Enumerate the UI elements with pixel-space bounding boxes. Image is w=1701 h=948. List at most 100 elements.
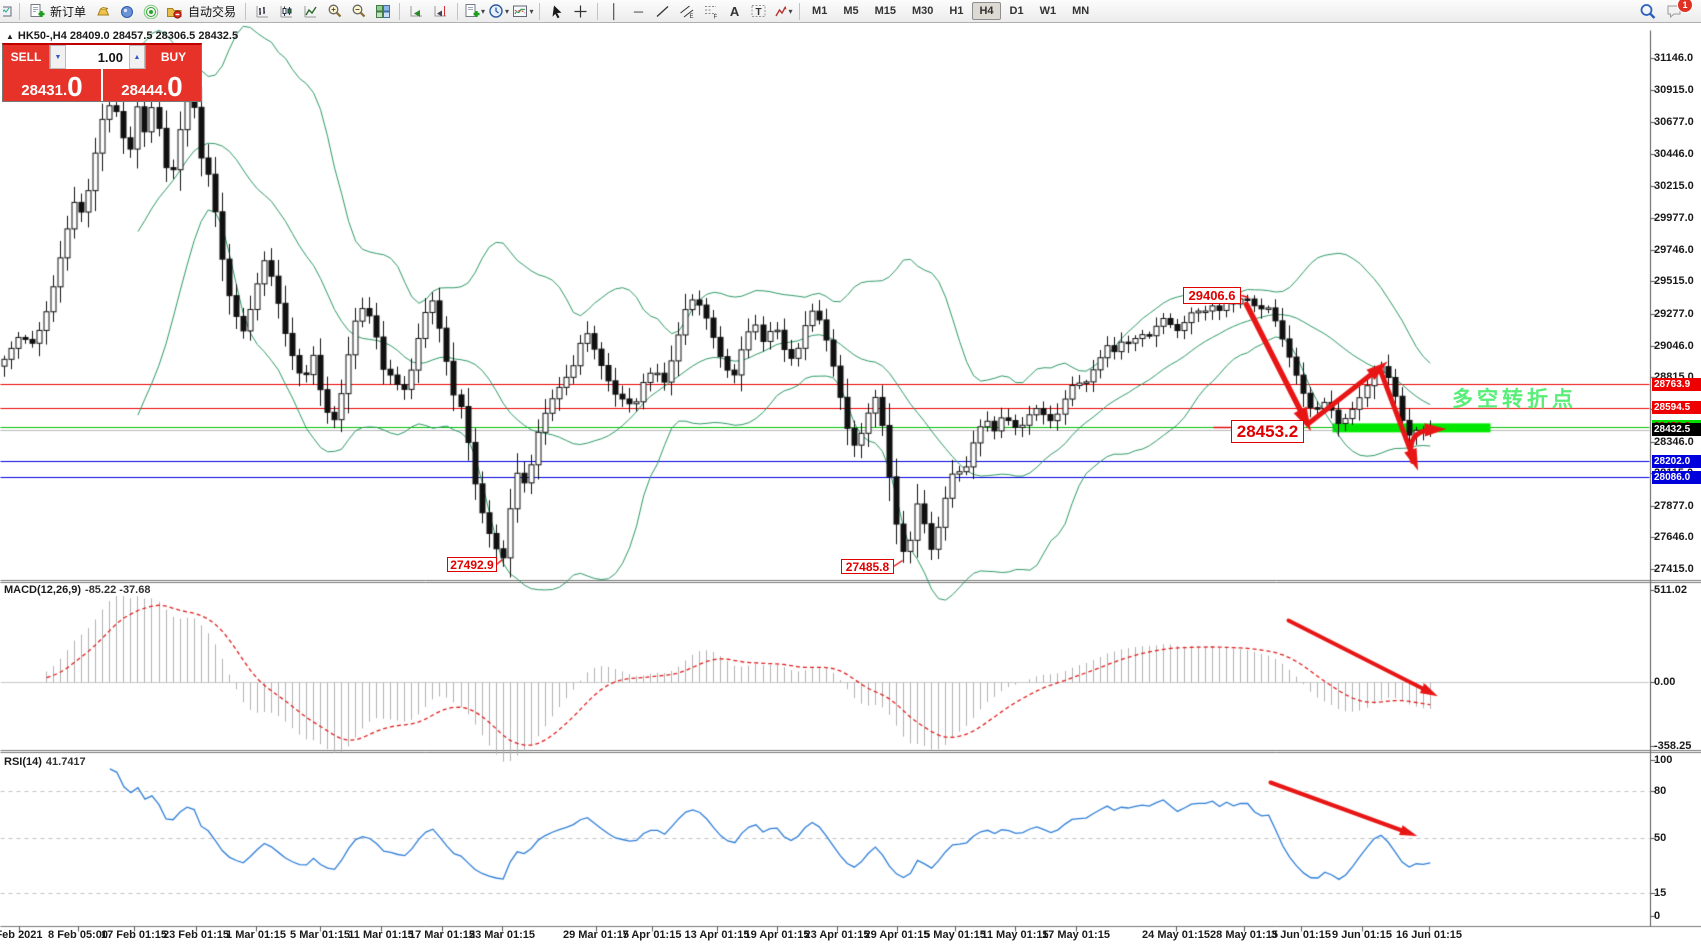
candlestick-chart-type-icon[interactable]	[275, 1, 298, 21]
price-tick-label: 30446.0	[1654, 147, 1694, 160]
time-tick-label: 17 Mar 01:15	[408, 929, 476, 941]
time-tick-label: 29 Apr 01:15	[864, 929, 930, 941]
horizontal-line-tool-icon[interactable]: ─	[627, 1, 650, 21]
market-watch-icon[interactable]	[3, 1, 14, 21]
separator	[19, 2, 20, 20]
channel-tool-icon[interactable]: E	[675, 1, 698, 21]
timeframe-H1[interactable]: H1	[942, 2, 970, 20]
price-tick-label: 30915.0	[1654, 83, 1694, 96]
svg-text:T: T	[756, 7, 762, 18]
arrows-tool-icon[interactable]: ▾	[771, 1, 794, 21]
separator	[399, 2, 401, 20]
search-icon[interactable]	[1636, 1, 1659, 21]
separator	[597, 2, 599, 20]
bar-chart-type-icon[interactable]	[251, 1, 274, 21]
macd-scale-label: 0.00	[1654, 676, 1676, 688]
separator	[799, 2, 801, 20]
price-tick-label: 27415.0	[1654, 563, 1694, 576]
chart-shift-icon[interactable]	[429, 1, 452, 21]
chat-notification-icon[interactable]: 1	[1663, 0, 1693, 21]
account-icon[interactable]	[115, 1, 138, 21]
price-tag-annotation[interactable]: 27492.9	[447, 557, 497, 572]
price-tag-annotation[interactable]: 28453.2	[1231, 420, 1304, 443]
time-tick-label: 17 Feb 01:15	[100, 929, 168, 941]
chart-title: ▲ HK50-,H4 28409.0 28457.5 28306.5 28432.…	[6, 30, 239, 42]
ask-price[interactable]: 28444. 0	[101, 69, 201, 101]
timeframe-MN[interactable]: MN	[1065, 2, 1096, 20]
crosshair-icon[interactable]	[569, 1, 592, 21]
autotrade-icon[interactable]	[163, 1, 186, 21]
autotrade-label[interactable]: 自动交易	[188, 3, 236, 20]
volume-stepper: ▼ 1.00 ▲	[49, 45, 146, 69]
price-tick-label: 29746.0	[1654, 243, 1694, 256]
chart-window[interactable]: ▲ HK50-,H4 28409.0 28457.5 28306.5 28432.…	[0, 23, 1701, 948]
cursor-icon[interactable]	[545, 1, 568, 21]
tile-windows-icon[interactable]	[371, 1, 394, 21]
new-order-label[interactable]: 新订单	[50, 3, 86, 20]
separator	[457, 2, 459, 20]
timeframe-W1[interactable]: W1	[1033, 2, 1064, 20]
sell-button[interactable]: SELL	[3, 45, 49, 69]
separator	[539, 2, 541, 20]
price-tick-label: 27646.0	[1654, 531, 1694, 544]
timeframe-H4[interactable]: H4	[972, 2, 1001, 20]
new-chart-dropdown-icon[interactable]: ▾	[463, 1, 486, 21]
separator	[245, 2, 247, 20]
time-tick-label: 8 Feb 05:00	[48, 929, 108, 941]
price-tag-annotation[interactable]: 27485.8	[841, 559, 894, 574]
zoom-in-icon[interactable]	[323, 1, 346, 21]
time-tick-label: 9 Jun 01:15	[1332, 929, 1392, 941]
time-tick-label: 29 Mar 01:15	[562, 929, 630, 941]
rsi-scale-label: 15	[1654, 886, 1667, 899]
time-tick-label: 23 Mar 01:15	[468, 929, 536, 941]
notification-badge: 1	[1677, 0, 1693, 13]
timeframe-D1[interactable]: D1	[1003, 2, 1031, 20]
rsi-scale-label: 100	[1654, 754, 1673, 766]
timeframe-M1[interactable]: M1	[805, 2, 834, 20]
time-tick-label: 7 Apr 01:15	[622, 929, 682, 941]
time-tick-label: 5 May 01:15	[924, 929, 986, 941]
collapse-quote-panel-icon[interactable]: ▲	[6, 32, 14, 41]
svg-text:E: E	[689, 14, 693, 19]
time-tick-label: 13 Apr 01:15	[684, 929, 750, 941]
time-tick-label: 11 Mar 01:15	[348, 929, 414, 941]
period-clock-dropdown-icon[interactable]: ▾	[487, 1, 510, 21]
main-toolbar: 新订单 自动交易 ▾ ▾ ▾ │ ─ E F A T ▾ M1 M5 M15 M…	[0, 0, 1701, 23]
rsi-scale-label: 0	[1654, 910, 1661, 922]
indicators-dropdown-icon[interactable]: ▾	[511, 1, 534, 21]
price-tick-label: 30215.0	[1654, 179, 1694, 192]
volume-decrease-button[interactable]: ▼	[50, 45, 66, 69]
volume-value[interactable]: 1.00	[66, 45, 129, 69]
auto-scroll-icon[interactable]	[405, 1, 428, 21]
time-tick-label: Feb 2021	[0, 929, 43, 941]
text-tool-icon[interactable]: A	[723, 1, 746, 21]
trendline-tool-icon[interactable]	[651, 1, 674, 21]
macd-indicator-title: MACD(12,26,9) -85.22 -37.68	[4, 584, 151, 596]
timeframe-group: M1 M5 M15 M30 H1 H4 D1 W1 MN	[805, 2, 1096, 20]
vertical-line-tool-icon[interactable]: │	[603, 1, 626, 21]
zoom-out-icon[interactable]	[347, 1, 370, 21]
volume-increase-button[interactable]: ▲	[129, 45, 145, 69]
price-line-label: 28432.5	[1652, 423, 1701, 437]
turning-point-note[interactable]: 多空转折点	[1452, 383, 1577, 413]
line-chart-type-icon[interactable]	[299, 1, 322, 21]
buy-button[interactable]: BUY	[146, 45, 201, 69]
price-chart-canvas[interactable]	[0, 23, 1701, 948]
time-tick-label: 3 Jun 01:15	[1271, 929, 1331, 941]
signal-icon[interactable]	[139, 1, 162, 21]
price-line-label: 28763.9	[1652, 377, 1701, 391]
gold-deposit-icon[interactable]	[91, 1, 114, 21]
time-tick-label: 5 Mar 01:15	[290, 929, 350, 941]
fibonacci-tool-icon[interactable]: F	[699, 1, 722, 21]
macd-scale-label: -358.25	[1654, 740, 1692, 753]
bid-price[interactable]: 28431. 0	[3, 69, 101, 101]
timeframe-M30[interactable]: M30	[905, 2, 940, 20]
toolbar-right-group: 1	[1636, 0, 1698, 21]
time-tick-label: 23 Feb 01:15	[162, 929, 230, 941]
price-tag-annotation[interactable]: 29406.6	[1183, 287, 1241, 304]
text-label-tool-icon[interactable]: T	[747, 1, 770, 21]
new-order-icon[interactable]	[25, 1, 48, 21]
timeframe-M5[interactable]: M5	[836, 2, 865, 20]
price-tick-label: 27877.0	[1654, 499, 1694, 512]
timeframe-M15[interactable]: M15	[868, 2, 903, 20]
